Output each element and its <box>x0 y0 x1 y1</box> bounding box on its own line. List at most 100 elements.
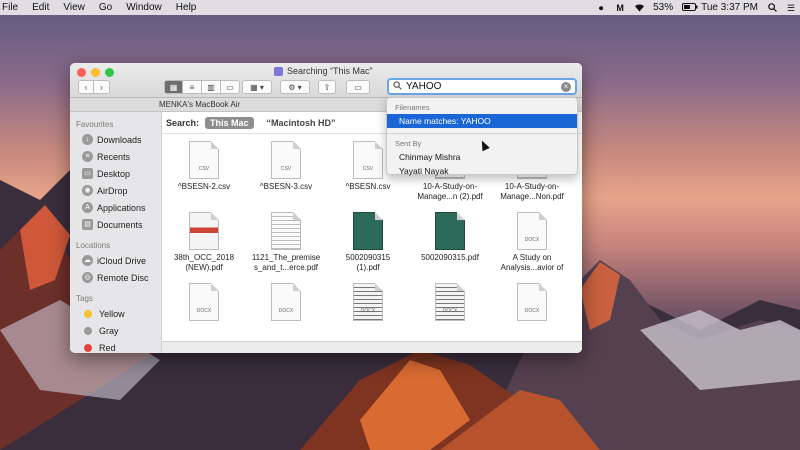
sidebar-item-tag-red[interactable]: Red <box>70 339 161 353</box>
cover-flow-button[interactable]: ▭ <box>221 80 240 94</box>
documents-icon: ▤ <box>82 219 93 230</box>
suggestion-sender[interactable]: Yayati Nayak <box>387 164 577 178</box>
downloads-icon: ↓ <box>82 134 93 145</box>
search-input[interactable]: YAHOO <box>406 81 441 92</box>
file-item[interactable]: DOCX <box>164 283 244 324</box>
file-name: 10-A-Study-on- <box>504 182 560 191</box>
icon-view-button[interactable]: ▦ <box>164 80 183 94</box>
search-field[interactable]: YAHOO × <box>387 78 577 95</box>
suggestion-name-matches[interactable]: Name matches: YAHOO <box>387 114 577 128</box>
sidebar-item-tag-yellow[interactable]: Yellow <box>70 305 161 322</box>
file-item[interactable]: 5002090315.pdf <box>410 212 490 263</box>
file-icon: DOCX <box>517 283 547 321</box>
menu-help[interactable]: Help <box>169 2 204 13</box>
record-icon[interactable]: ⏺ <box>596 3 606 13</box>
menu-file[interactable]: File <box>0 2 25 13</box>
yellow-tag-icon <box>84 309 92 318</box>
scope-this-mac[interactable]: This Mac <box>205 116 254 129</box>
smart-folder-icon <box>274 66 283 76</box>
file-item[interactable]: DOCX <box>410 283 490 324</box>
red-tag-icon <box>84 343 92 352</box>
spotlight-icon[interactable] <box>767 2 777 13</box>
file-item[interactable]: DOCX <box>246 283 326 324</box>
column-view-button[interactable]: ▥ <box>202 80 221 94</box>
file-item[interactable]: 5002090315 (1).pdf <box>328 212 408 273</box>
computer-name: MENKA's MacBook Air <box>159 100 241 109</box>
minimize-button[interactable] <box>91 68 100 77</box>
sidebar-item-remote-disc[interactable]: ◎ Remote Disc <box>70 269 161 286</box>
file-ext-label: CSV <box>198 166 210 172</box>
sidebar: Favourites ↓ Downloads ≡ Recents ▭ Desktop … <box>70 112 162 353</box>
title-bar: Searching “This Mac” ‹ › ▦ ≡ ▥ ▭ ▦ ▾ ⚙ ▾… <box>70 63 582 98</box>
file-ext-label: DOCX <box>524 308 540 314</box>
action-gear-icon: ⚙ ▾ <box>288 82 302 92</box>
share-button[interactable]: ⇧ <box>318 80 336 94</box>
action-button[interactable]: ⚙ ▾ <box>280 80 310 94</box>
zoom-button[interactable] <box>105 68 114 77</box>
column-view-icon: ▥ <box>207 82 215 92</box>
window-title-text: Searching “This Mac” <box>287 66 373 76</box>
clear-search-icon[interactable]: × <box>561 81 571 92</box>
menu-window[interactable]: Window <box>119 2 169 13</box>
back-button[interactable]: ‹ <box>78 80 94 94</box>
sidebar-item-downloads[interactable]: ↓ Downloads <box>70 131 161 148</box>
sidebar-item-recents[interactable]: ≡ Recents <box>70 148 161 165</box>
disc-icon: ◎ <box>82 272 93 283</box>
file-name: s_and_t...erce.pdf <box>253 263 319 272</box>
battery-icon[interactable] <box>682 2 698 13</box>
file-icon <box>189 212 219 250</box>
file-item[interactable]: DOCX <box>328 283 408 324</box>
sidebar-header-favourites: Favourites <box>76 120 114 129</box>
sidebar-header-locations: Locations <box>76 241 111 250</box>
file-item[interactable]: DOCX <box>492 283 572 324</box>
file-item[interactable]: 1121_The_premise s_and_t...erce.pdf <box>246 212 326 273</box>
icon-view-icon: ▦ <box>169 82 178 92</box>
battery-percent[interactable]: 53% <box>653 2 673 13</box>
malwarebytes-icon[interactable]: M <box>615 3 625 13</box>
tag-icon: ▭ <box>354 82 362 92</box>
scope-label: Search: <box>166 117 200 128</box>
file-item[interactable]: 38th_OCC_2018 (NEW).pdf <box>164 212 244 273</box>
sidebar-item-applications[interactable]: A Applications <box>70 199 161 216</box>
arrange-button[interactable]: ▦ ▾ <box>242 80 272 94</box>
sidebar-item-airdrop[interactable]: ◉ AirDrop <box>70 182 161 199</box>
file-icon: DOCX <box>353 283 383 321</box>
file-item[interactable]: CSV ^BSESN-2.csv <box>164 141 244 192</box>
clock[interactable]: Tue 3:37 PM <box>701 2 758 13</box>
sidebar-item-documents[interactable]: ▤ Documents <box>70 216 161 233</box>
file-name: ^BSESN-3.csv <box>259 182 313 191</box>
file-name: 5002090315 <box>345 253 391 262</box>
share-icon: ⇧ <box>323 82 331 92</box>
sidebar-item-icloud-drive[interactable]: ☁ iCloud Drive <box>70 252 161 269</box>
file-name: Manage...Non.pdf <box>500 192 564 201</box>
recents-icon: ≡ <box>82 151 93 162</box>
forward-button[interactable]: › <box>94 80 110 94</box>
file-name: 5002090315.pdf <box>421 253 479 262</box>
forward-icon: › <box>100 82 103 92</box>
list-view-button[interactable]: ≡ <box>183 80 202 94</box>
file-icon <box>435 212 465 250</box>
sidebar-item-tag-gray[interactable]: Gray <box>70 322 161 339</box>
window-title: Searching “This Mac” <box>274 66 373 76</box>
file-item[interactable]: DOCX A Study on Analysis...avior of <box>492 212 572 273</box>
file-ext-label: DOCX <box>360 308 376 314</box>
close-button[interactable] <box>77 68 86 77</box>
menu-icon[interactable]: ☰ <box>786 3 796 13</box>
search-suggestions: Filenames Name matches: YAHOO Sent By Ch… <box>386 97 578 178</box>
menu-bar: File Edit View Go Window Help ⏺ M 53% Tu… <box>0 0 800 15</box>
file-item[interactable]: CSV ^BSESN-3.csv <box>246 141 326 192</box>
suggestion-sender[interactable]: Chinmay Mishra <box>387 150 577 164</box>
file-ext-label: DOCX <box>442 308 458 314</box>
menu-view[interactable]: View <box>56 2 92 13</box>
file-name: ^BSESN-2.csv <box>177 182 231 191</box>
scope-macintosh-hd[interactable]: “Macintosh HD” <box>262 117 341 129</box>
file-name: 38th_OCC_2018 <box>173 253 235 262</box>
menu-go[interactable]: Go <box>92 2 119 13</box>
menu-edit[interactable]: Edit <box>25 2 56 13</box>
file-name: (1).pdf <box>356 263 380 272</box>
applications-icon: A <box>82 202 93 213</box>
sidebar-item-desktop[interactable]: ▭ Desktop <box>70 165 161 182</box>
arrange-icon: ▦ ▾ <box>250 82 264 92</box>
tag-button[interactable]: ▭ <box>346 80 370 94</box>
wifi-icon[interactable] <box>634 3 645 13</box>
